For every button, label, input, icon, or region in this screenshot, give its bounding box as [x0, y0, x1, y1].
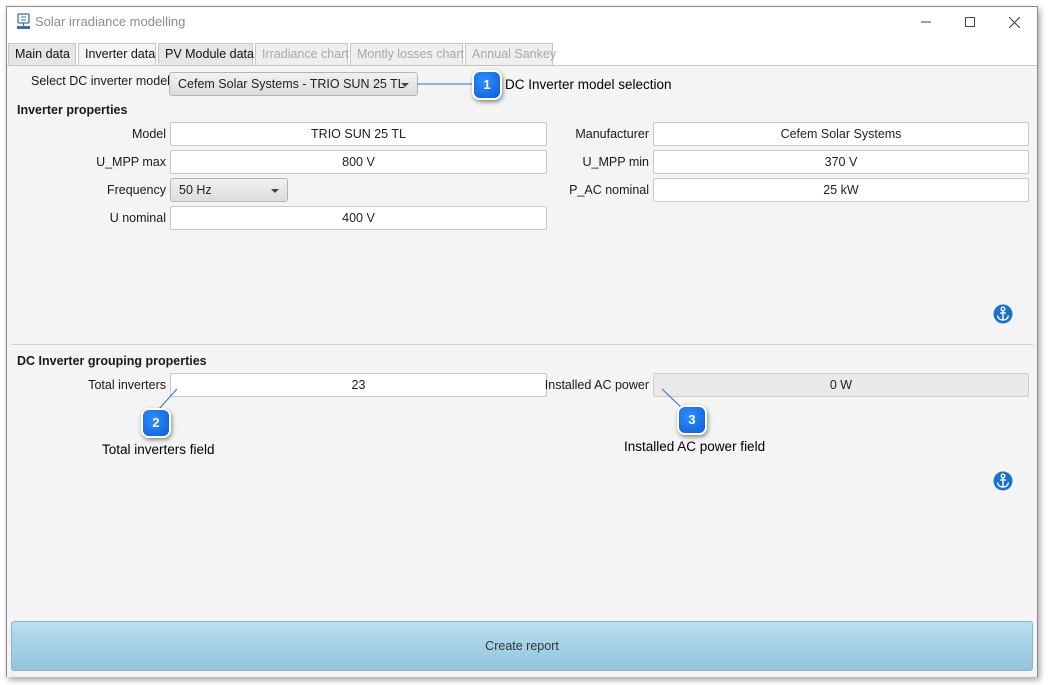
inverter-model-value: Cefem Solar Systems - TRIO SUN 25 TL: [178, 77, 405, 91]
model-label: Model: [131, 127, 166, 141]
close-button[interactable]: [991, 7, 1037, 37]
chevron-down-icon: [271, 189, 279, 193]
tab-pv-module-data[interactable]: PV Module data: [158, 43, 254, 65]
tab-main-data[interactable]: Main data: [8, 43, 76, 65]
maximize-icon: [965, 17, 975, 27]
window-title: Solar irradiance modelling: [35, 14, 186, 29]
manufacturer-field[interactable]: Cefem Solar Systems: [653, 122, 1029, 146]
callout-badge-3: 3: [677, 405, 707, 435]
tab-annual-sankey[interactable]: Annual Sankey: [465, 43, 556, 65]
callout-text-2: Total inverters field: [102, 442, 215, 457]
inverter-model-dropdown[interactable]: Cefem Solar Systems - TRIO SUN 25 TL: [169, 72, 418, 96]
anchor-help-icon[interactable]: [993, 471, 1013, 491]
tab-irradiance-chart[interactable]: Irradiance chart: [255, 43, 349, 65]
create-report-button[interactable]: Create report: [11, 621, 1033, 671]
title-bar: Solar irradiance modelling: [7, 7, 1037, 37]
select-inverter-label: Select DC inverter model: [31, 74, 170, 88]
model-field[interactable]: TRIO SUN 25 TL: [170, 122, 547, 146]
umpp-max-field[interactable]: 800 V: [170, 150, 547, 174]
total-inverters-field[interactable]: 23: [170, 373, 547, 397]
grouping-properties-title: DC Inverter grouping properties: [17, 354, 207, 368]
maximize-button[interactable]: [947, 7, 993, 37]
frequency-label: Frequency: [106, 183, 166, 197]
installed-ac-power-field: 0 W: [653, 373, 1029, 397]
umpp-min-field[interactable]: 370 V: [653, 150, 1029, 174]
chevron-down-icon: [401, 83, 409, 87]
tab-montly-losses-chart[interactable]: Montly losses chart: [350, 43, 464, 65]
callout-badge-1: 1: [472, 70, 502, 100]
minimize-icon: [921, 17, 931, 27]
minimize-button[interactable]: [903, 7, 949, 37]
total-inverters-label: Total inverters: [88, 378, 166, 392]
callout-text-3: Installed AC power field: [624, 439, 766, 454]
inverter-properties-title: Inverter properties: [17, 103, 128, 117]
umpp-min-label: U_MPP min: [582, 155, 649, 169]
anchor-help-icon[interactable]: [993, 304, 1013, 324]
close-icon: [1008, 16, 1020, 28]
u-nominal-label: U nominal: [109, 211, 166, 225]
installed-ac-power-label: Installed AC power: [544, 378, 649, 392]
pac-nominal-label: P_AC nominal: [569, 183, 649, 197]
callout-badge-2: 2: [141, 408, 171, 438]
umpp-max-label: U_MPP max: [96, 155, 166, 169]
u-nominal-field[interactable]: 400 V: [170, 206, 547, 230]
inverter-data-panel: Select DC inverter model Cefem Solar Sys…: [7, 65, 1037, 677]
frequency-value: 50 Hz: [179, 183, 212, 197]
tab-inverter-data[interactable]: Inverter data: [78, 43, 156, 66]
section-divider: [11, 344, 1033, 345]
app-window: Solar irradiance modelling Main data Inv…: [6, 6, 1038, 677]
tab-bar: Main data Inverter data PV Module data I…: [7, 43, 1037, 66]
callout-text-1: DC Inverter model selection: [505, 77, 672, 92]
pac-nominal-field[interactable]: 25 kW: [653, 178, 1029, 202]
solar-panel-logo-icon: [15, 13, 33, 31]
frequency-dropdown[interactable]: 50 Hz: [170, 178, 288, 202]
manufacturer-label: Manufacturer: [575, 127, 649, 141]
